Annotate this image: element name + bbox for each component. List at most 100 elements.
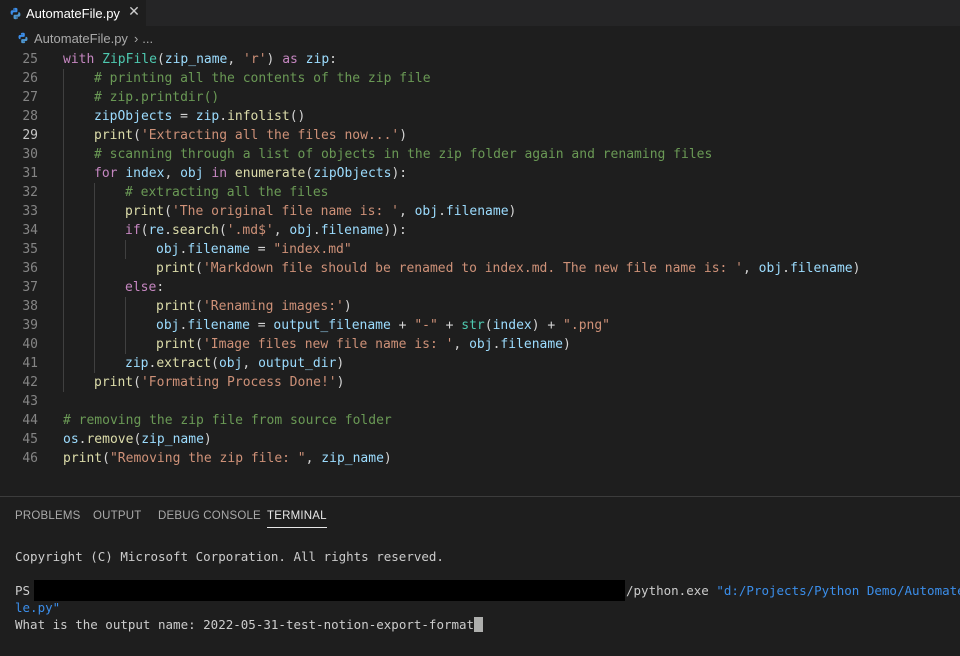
code-token: 'The original file name is: ' bbox=[171, 204, 399, 219]
code-editor[interactable]: 25 with ZipFile(zip_name, 'r') as zip: 26 #… bbox=[0, 50, 960, 468]
code-token: zip bbox=[195, 109, 220, 124]
tab-terminal[interactable]: TERMINAL bbox=[267, 510, 327, 528]
terminal-command-line: /python.exe "d:/Projects/Python Demo/Aut… bbox=[626, 583, 960, 598]
code-token: zip_name bbox=[321, 451, 384, 466]
code-token: ( bbox=[305, 166, 314, 181]
tab-automatefile[interactable]: AutomateFile.py ✕ bbox=[0, 0, 146, 26]
code-token: print bbox=[156, 299, 196, 314]
line-number: 37 bbox=[22, 280, 38, 295]
code-line[interactable]: 43 bbox=[0, 392, 960, 411]
line-number: 40 bbox=[22, 337, 38, 352]
code-token: as bbox=[282, 52, 306, 67]
code-token: 'Formating Process Done!' bbox=[140, 375, 337, 390]
code-line[interactable]: 28 zipObjects = zip.infolist() bbox=[0, 107, 960, 126]
code-line[interactable]: 41 zip.extract(obj, output_dir) bbox=[0, 354, 960, 373]
code-line[interactable]: 44 # removing the zip file from source fo… bbox=[0, 411, 960, 430]
code-token: "-" bbox=[414, 318, 438, 333]
code-token: with bbox=[63, 52, 103, 67]
line-number: 31 bbox=[22, 166, 38, 181]
code-line[interactable]: 35 obj.filename = "index.md" bbox=[0, 240, 960, 259]
code-token: . bbox=[164, 223, 172, 238]
code-text: else: bbox=[125, 278, 164, 297]
code-token: : bbox=[329, 52, 337, 67]
code-line[interactable]: 37 else: bbox=[0, 278, 960, 297]
code-token: filename bbox=[320, 223, 384, 238]
code-text: # zip.printdir() bbox=[94, 88, 219, 107]
code-line[interactable]: 38 print('Renaming images:') bbox=[0, 297, 960, 316]
tab-label: AutomateFile.py bbox=[26, 5, 120, 21]
line-number: 27 bbox=[22, 90, 38, 105]
code-token: for bbox=[94, 166, 126, 181]
code-line[interactable]: 42 print('Formating Process Done!') bbox=[0, 373, 960, 392]
code-token: zipObjects bbox=[94, 109, 173, 124]
code-line[interactable]: 31 for index, obj in enumerate(zipObjects… bbox=[0, 164, 960, 183]
code-text: os.remove(zip_name) bbox=[63, 430, 212, 449]
code-line[interactable]: 25 with ZipFile(zip_name, 'r') as zip: bbox=[0, 50, 960, 69]
code-token: 'Extracting all the files now...' bbox=[140, 128, 400, 143]
code-line[interactable]: 34 if(re.search('.md$', obj.filename)): bbox=[0, 221, 960, 240]
code-text: print('Renaming images:') bbox=[156, 297, 352, 316]
code-token: , bbox=[305, 451, 322, 466]
code-token: print bbox=[63, 451, 103, 466]
code-token: , bbox=[227, 52, 244, 67]
code-text: # removing the zip file from source fold… bbox=[63, 411, 392, 430]
code-token: obj bbox=[218, 356, 243, 371]
line-number: 33 bbox=[22, 204, 38, 219]
code-line[interactable]: 27 # zip.printdir() bbox=[0, 88, 960, 107]
code-token: () bbox=[289, 109, 306, 124]
code-token: )) bbox=[383, 223, 399, 238]
code-line[interactable]: 39 obj.filename = output_filename + "-" +… bbox=[0, 316, 960, 335]
code-token: # printing all the contents of the zip f… bbox=[94, 71, 431, 86]
code-text: # scanning through a list of objects in … bbox=[94, 145, 712, 164]
code-token: ) bbox=[266, 52, 283, 67]
tab-problems[interactable]: PROBLEMS bbox=[15, 510, 81, 522]
code-line[interactable]: 40 print('Image files new file name is: '… bbox=[0, 335, 960, 354]
code-text: zip.extract(obj, output_dir) bbox=[125, 354, 344, 373]
code-token: # zip.printdir() bbox=[94, 90, 220, 105]
code-token: . bbox=[438, 204, 446, 219]
code-line[interactable]: 30 # scanning through a list of objects i… bbox=[0, 145, 960, 164]
code-token: , bbox=[398, 204, 415, 219]
code-token: = bbox=[249, 318, 274, 333]
code-token: obj bbox=[156, 318, 180, 333]
code-token: ( bbox=[195, 337, 203, 352]
code-token: print bbox=[156, 261, 196, 276]
breadcrumb-file[interactable]: AutomateFile.py bbox=[34, 31, 128, 46]
line-number: 41 bbox=[22, 356, 38, 371]
code-token: obj bbox=[289, 223, 313, 238]
code-token: 'Renaming images:' bbox=[202, 299, 344, 314]
code-token: . bbox=[782, 261, 790, 276]
breadcrumb-symbols[interactable]: ... bbox=[142, 31, 153, 46]
code-token: + bbox=[539, 318, 564, 333]
code-line[interactable]: 36 print('Markdown file should be renamed… bbox=[0, 259, 960, 278]
terminal-exe: /python.exe bbox=[626, 583, 709, 598]
code-token: ): bbox=[391, 166, 408, 181]
code-token: output_dir bbox=[258, 356, 337, 371]
code-token: obj bbox=[469, 337, 493, 352]
code-token: enumerate bbox=[234, 166, 306, 181]
code-line[interactable]: 29 print('Extracting all the files now...… bbox=[0, 126, 960, 145]
code-token: ) bbox=[336, 375, 345, 390]
code-line[interactable]: 46 print("Removing the zip file: ", zip_n… bbox=[0, 449, 960, 468]
code-line[interactable]: 45 os.remove(zip_name) bbox=[0, 430, 960, 449]
code-line[interactable]: 32 # extracting all the files bbox=[0, 183, 960, 202]
tab-output[interactable]: OUTPUT bbox=[93, 510, 141, 522]
code-line[interactable]: 26 # printing all the contents of the zip… bbox=[0, 69, 960, 88]
close-icon[interactable]: ✕ bbox=[126, 4, 142, 20]
code-token: filename bbox=[789, 261, 853, 276]
code-token: ".png" bbox=[563, 318, 611, 333]
terminal-question: What is the output name: bbox=[15, 617, 204, 632]
code-token: ) bbox=[399, 128, 408, 143]
code-line[interactable]: 33 print('The original file name is: ', o… bbox=[0, 202, 960, 221]
terminal-input-line[interactable]: What is the output name: 2022-05-31-test… bbox=[15, 617, 484, 632]
code-token: ) bbox=[531, 318, 540, 333]
code-token: # extracting all the files bbox=[125, 185, 329, 200]
code-token: ( bbox=[133, 128, 141, 143]
code-token: infolist bbox=[227, 109, 290, 124]
code-token: zipObjects bbox=[313, 166, 392, 181]
code-text: for index, obj in enumerate(zipObjects): bbox=[94, 164, 407, 183]
tab-debug-console[interactable]: DEBUG CONSOLE bbox=[158, 510, 261, 522]
code-token: index bbox=[125, 166, 165, 181]
code-text: obj.filename = output_filename + "-" + s… bbox=[156, 316, 610, 335]
code-token: + bbox=[437, 318, 462, 333]
